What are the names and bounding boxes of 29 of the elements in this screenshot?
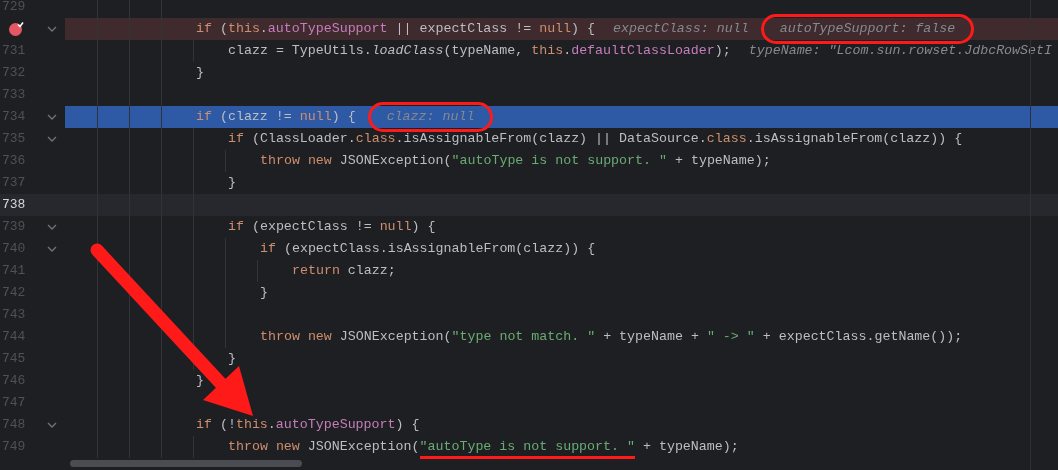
code-line: if (clazz != null) { — [196, 108, 356, 127]
inline-value-hint: clazz: null — [367, 102, 494, 132]
fold-chevron-icon[interactable] — [47, 422, 57, 428]
code-line: if (this.autoTypeSupport || expectClass != null) { — [196, 20, 596, 39]
code-line: throw new JSONException("type not match. " + typeName + " -> " + expectClass.getName()); — [260, 328, 963, 347]
fold-chevron-icon[interactable] — [47, 224, 57, 230]
code-line: } — [196, 64, 204, 83]
code-line: if (expectClass.isAssignableFrom(clazz)) { — [260, 240, 596, 259]
breakpoint-icon[interactable] — [8, 21, 24, 37]
code-line: } — [228, 350, 236, 369]
line-number: 738 — [2, 196, 26, 215]
inline-value-hint: typeName: "Lcom.sun.rowset.JdbcRowSetI — [748, 42, 1052, 61]
fold-chevron-icon[interactable] — [47, 114, 57, 120]
code-line: } — [196, 372, 204, 391]
code-line: clazz = TypeUtils.loadClass(typeName, this.defaultClassLoader); — [228, 42, 731, 61]
code-line: if (ClassLoader.class.isAssignableFrom(clazz) || DataSource.class.isAssignableFrom(clazz)) { — [228, 130, 963, 149]
code-line: if (!this.autoTypeSupport) { — [196, 416, 420, 435]
code-line: throw new JSONException("autoType is not support. " + typeName); — [260, 152, 771, 171]
horizontal-scrollbar[interactable] — [70, 460, 302, 467]
code-line: throw new JSONException("autoType is not support. " + typeName); — [228, 437, 739, 457]
code-line: } — [228, 174, 236, 193]
inline-value-hint: autoTypeSupport: false — [760, 14, 975, 44]
inline-value-hint: expectClass: null — [613, 20, 749, 39]
fold-chevron-icon[interactable] — [47, 136, 57, 142]
code-line: return clazz; — [292, 262, 396, 281]
fold-chevron-icon[interactable] — [47, 26, 57, 32]
code-line: if (expectClass != null) { — [228, 218, 436, 237]
fold-chevron-icon[interactable] — [47, 246, 57, 252]
code-line: } — [260, 284, 268, 303]
